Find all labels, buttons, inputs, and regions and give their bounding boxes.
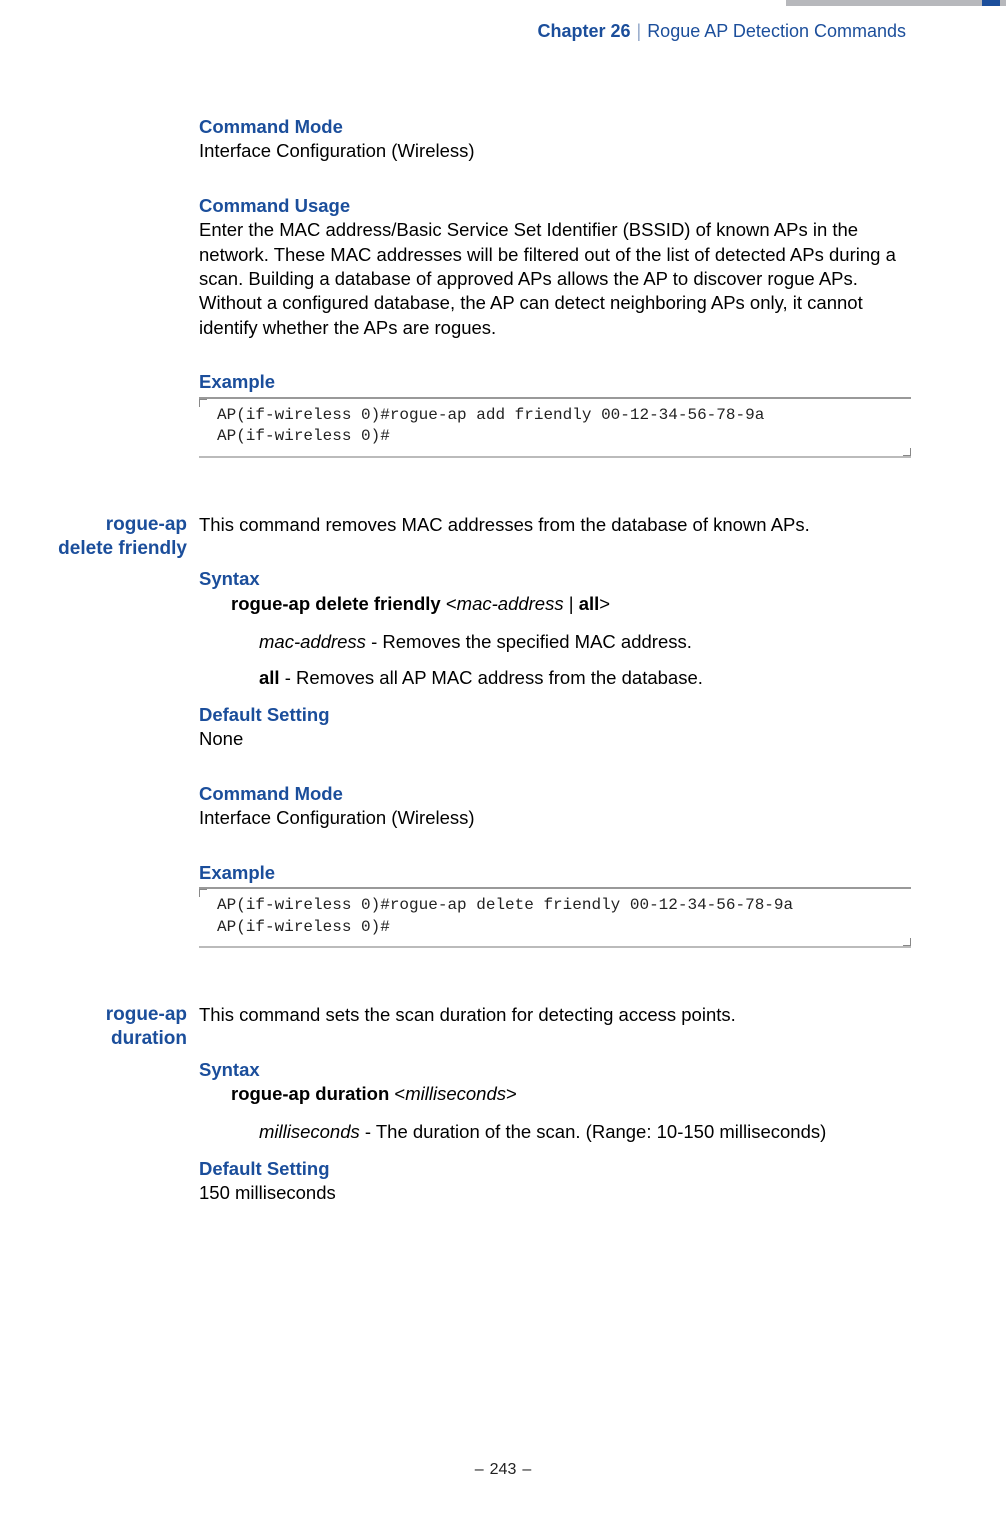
syntax-line: rogue-ap duration <milliseconds> bbox=[231, 1082, 911, 1106]
chapter-title: Rogue AP Detection Commands bbox=[647, 21, 906, 41]
syntax-arg-ms: milliseconds bbox=[405, 1083, 506, 1104]
heading-default: Default Setting bbox=[199, 1157, 911, 1181]
page-number: 243 bbox=[490, 1461, 517, 1478]
text-command-mode: Interface Configuration (Wireless) bbox=[199, 139, 911, 163]
footer-dash-left: – bbox=[469, 1461, 490, 1478]
page-content: Command Mode Interface Configuration (Wi… bbox=[47, 115, 911, 1291]
side-label-delete-friendly: rogue-ap delete friendly bbox=[47, 513, 199, 948]
heading-default: Default Setting bbox=[199, 703, 911, 727]
section-delete-friendly: rogue-ap delete friendly This command re… bbox=[47, 513, 911, 948]
text-intro: This command sets the scan duration for … bbox=[199, 1003, 911, 1027]
syntax-gt: > bbox=[599, 593, 610, 614]
syntax-line: rogue-ap delete friendly <mac-address | … bbox=[231, 592, 911, 616]
text-default: 150 milliseconds bbox=[199, 1181, 911, 1205]
section-body: Command Mode Interface Configuration (Wi… bbox=[199, 115, 911, 458]
syntax-pipe: | bbox=[564, 593, 579, 614]
param-desc: - Removes the specified MAC address. bbox=[366, 631, 692, 652]
syntax-lt: < bbox=[394, 1083, 405, 1104]
heading-command-mode: Command Mode bbox=[199, 782, 911, 806]
side-label-duration: rogue-ap duration bbox=[47, 1003, 199, 1235]
text-command-usage: Enter the MAC address/Basic Service Set … bbox=[199, 218, 911, 340]
heading-example: Example bbox=[199, 861, 911, 885]
section-duration: rogue-ap duration This command sets the … bbox=[47, 1003, 911, 1235]
heading-syntax: Syntax bbox=[199, 567, 911, 591]
text-default: None bbox=[199, 727, 911, 751]
heading-example: Example bbox=[199, 370, 911, 394]
param-mac: mac-address - Removes the specified MAC … bbox=[259, 630, 911, 654]
param-ms: milliseconds - The duration of the scan.… bbox=[259, 1120, 911, 1144]
param-desc: - Removes all AP MAC address from the da… bbox=[280, 667, 703, 688]
heading-command-mode: Command Mode bbox=[199, 115, 911, 139]
syntax-lt: < bbox=[446, 593, 457, 614]
param-name: all bbox=[259, 667, 280, 688]
section-cmd-continued: Command Mode Interface Configuration (Wi… bbox=[47, 115, 911, 458]
code-example: AP(if-wireless 0)#rogue-ap add friendly … bbox=[199, 397, 911, 458]
code-example: AP(if-wireless 0)#rogue-ap delete friend… bbox=[199, 887, 911, 948]
text-command-mode: Interface Configuration (Wireless) bbox=[199, 806, 911, 830]
param-name: mac-address bbox=[259, 631, 366, 652]
syntax-arg-all: all bbox=[579, 593, 600, 614]
section-body: This command removes MAC addresses from … bbox=[199, 513, 911, 948]
chapter-label: Chapter 26 bbox=[537, 21, 630, 41]
syntax-arg-mac: mac-address bbox=[457, 593, 564, 614]
heading-syntax: Syntax bbox=[199, 1058, 911, 1082]
syntax-cmd: rogue-ap duration bbox=[231, 1083, 394, 1104]
syntax-gt: > bbox=[506, 1083, 517, 1104]
page-footer: –243– bbox=[0, 1459, 1006, 1480]
header-separator: | bbox=[631, 21, 648, 41]
text-intro: This command removes MAC addresses from … bbox=[199, 513, 911, 537]
param-all: all - Removes all AP MAC address from th… bbox=[259, 666, 911, 690]
syntax-cmd: rogue-ap delete friendly bbox=[231, 593, 446, 614]
side-label-empty bbox=[47, 115, 199, 458]
heading-command-usage: Command Usage bbox=[199, 194, 911, 218]
param-desc: - The duration of the scan. (Range: 10-1… bbox=[360, 1121, 827, 1142]
footer-dash-right: – bbox=[516, 1461, 537, 1478]
page-top-accent bbox=[786, 0, 1006, 6]
page-header: Chapter 26|Rogue AP Detection Commands bbox=[537, 20, 906, 44]
param-name: milliseconds bbox=[259, 1121, 360, 1142]
section-body: This command sets the scan duration for … bbox=[199, 1003, 911, 1235]
